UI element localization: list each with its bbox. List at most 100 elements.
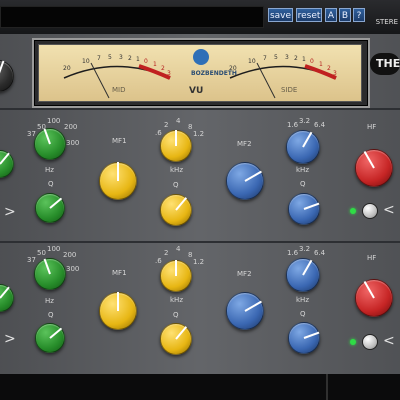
lower-hf-gain-knob[interactable] bbox=[355, 279, 393, 317]
help-button[interactable]: ? bbox=[353, 8, 365, 22]
upper-mf2-gain-knob[interactable] bbox=[226, 162, 264, 200]
upper-mf1-q-label: Q bbox=[173, 181, 179, 189]
upper-mf2-freq-knob[interactable] bbox=[286, 130, 320, 164]
lower-mf1-freq-knob[interactable] bbox=[160, 260, 192, 292]
lower-right-arrow-icon[interactable]: < bbox=[383, 334, 395, 348]
meter-left-tick-plus1: 1 bbox=[153, 61, 157, 68]
meter-left-tick-1: 1 bbox=[136, 56, 140, 63]
lower-mf1-freq-tick-8: 8 bbox=[188, 251, 193, 259]
upper-mf1-label: MF1 bbox=[112, 137, 127, 145]
lower-mf2-q-label: Q bbox=[300, 310, 306, 318]
meter-left-tick-20: 20 bbox=[63, 65, 71, 72]
upper-mf1-freq-tick-2: 2 bbox=[164, 121, 169, 129]
upper-mf2-freq-tick-1-6: 1.6 bbox=[287, 121, 299, 129]
meter-right-tick-5: 5 bbox=[274, 54, 278, 61]
lower-hf-switch[interactable] bbox=[362, 334, 378, 350]
meter-right-tick-2: 2 bbox=[294, 55, 298, 62]
upper-mf2-freq-tick-3-2: 3.2 bbox=[299, 117, 311, 125]
upper-hf-switch[interactable] bbox=[362, 203, 378, 219]
lower-lf-freq-tick-left: 37 bbox=[27, 256, 36, 264]
lower-mf1-q-knob[interactable] bbox=[160, 323, 192, 355]
meter-left-label: MID bbox=[112, 86, 126, 94]
upper-mf2-freq-tick-6-4: 6.4 bbox=[314, 121, 326, 129]
upper-mf2-q-knob[interactable] bbox=[288, 193, 320, 225]
upper-hf-led bbox=[350, 208, 356, 214]
meter-right-label: SIDE bbox=[281, 86, 298, 94]
meter-left-tick-plus2: 2 bbox=[161, 65, 165, 72]
lower-mf1-label: MF1 bbox=[112, 269, 127, 277]
lower-mf2-q-knob[interactable] bbox=[288, 322, 320, 354]
reset-button[interactable]: reset bbox=[296, 8, 322, 22]
meter-left-tick-10: 10 bbox=[82, 58, 90, 65]
upper-hf-gain-knob[interactable] bbox=[355, 149, 393, 187]
upper-lf-freq-unit: Hz bbox=[45, 166, 54, 174]
meter-right-tick-0: 0 bbox=[310, 58, 314, 65]
bozbendeth-logo-icon bbox=[193, 49, 209, 65]
lower-left-arrow-icon[interactable]: > bbox=[4, 332, 16, 346]
save-button[interactable]: save bbox=[268, 8, 293, 22]
lower-mf1-q-label: Q bbox=[173, 311, 179, 319]
meter-right-tick-plus3: 3 bbox=[333, 70, 337, 77]
lower-lf-q-label: Q bbox=[48, 311, 54, 319]
meter-brand: BOZBENDETH bbox=[191, 70, 237, 77]
meter-left-tick-7: 7 bbox=[97, 55, 101, 62]
meter-right-tick-1: 1 bbox=[302, 56, 306, 63]
upper-hf-label: HF bbox=[367, 123, 377, 131]
meter-right-tick-3: 3 bbox=[285, 54, 289, 61]
upper-mf1-freq-tick-right: 1.2 bbox=[193, 130, 205, 138]
header-display-field bbox=[0, 6, 264, 28]
upper-mf1-freq-tick-4: 4 bbox=[176, 117, 181, 125]
lower-lf-freq-tick-100: 100 bbox=[47, 245, 61, 253]
preset-b-button[interactable]: B bbox=[339, 8, 351, 22]
lower-mf2-freq-knob[interactable] bbox=[286, 258, 320, 292]
upper-lf-q-knob[interactable] bbox=[35, 193, 65, 223]
meter-left-tick-2: 2 bbox=[128, 55, 132, 62]
lower-lf-freq-tick-right: 300 bbox=[66, 265, 80, 273]
upper-lf-q-label: Q bbox=[48, 180, 54, 188]
upper-mf1-freq-knob[interactable] bbox=[160, 130, 192, 162]
upper-lf-freq-tick-right: 300 bbox=[66, 139, 80, 147]
lower-mf1-freq-tick-right: 1.2 bbox=[193, 258, 205, 266]
upper-mf1-freq-tick-left: .6 bbox=[155, 129, 162, 137]
upper-mf1-freq-tick-8: 8 bbox=[188, 123, 193, 131]
upper-left-arrow-icon[interactable]: > bbox=[4, 205, 16, 219]
upper-right-arrow-icon[interactable]: < bbox=[383, 203, 395, 217]
upper-mf2-freq-unit: kHz bbox=[296, 166, 309, 174]
meter-vu-label: VU bbox=[189, 86, 204, 96]
section-separator-middle bbox=[0, 241, 400, 243]
lower-mf2-freq-tick-1-6: 1.6 bbox=[287, 249, 299, 257]
stereo-label: STERE bbox=[375, 18, 398, 26]
upper-mf2-label: MF2 bbox=[237, 140, 252, 148]
meter-left-tick-3: 3 bbox=[119, 54, 123, 61]
lower-lf-freq-knob[interactable] bbox=[34, 258, 66, 290]
vu-meter-window: 20 10 7 5 3 2 1 0 1 2 3 20 10 7 5 3 2 1 … bbox=[32, 38, 370, 108]
upper-lf-freq-tick-200: 200 bbox=[64, 123, 78, 131]
meter-right-tick-10: 10 bbox=[248, 58, 256, 65]
vu-meter-face: 20 10 7 5 3 2 1 0 1 2 3 20 10 7 5 3 2 1 … bbox=[38, 44, 362, 102]
lower-mf1-gain-knob[interactable] bbox=[99, 292, 137, 330]
upper-lf-freq-knob[interactable] bbox=[34, 128, 66, 160]
lower-mf1-freq-unit: kHz bbox=[170, 296, 183, 304]
lower-mf2-gain-knob[interactable] bbox=[226, 292, 264, 330]
upper-mf1-q-knob[interactable] bbox=[160, 194, 192, 226]
meter-left-tick-0: 0 bbox=[144, 58, 148, 65]
plugin-header: save reset A B ? STERE bbox=[0, 0, 400, 35]
lower-hf-led bbox=[350, 339, 356, 345]
lower-mf1-freq-tick-2: 2 bbox=[164, 249, 169, 257]
lower-mf1-freq-tick-left: .6 bbox=[155, 257, 162, 265]
bottom-bar-divider bbox=[326, 374, 328, 400]
upper-mf1-freq-unit: kHz bbox=[170, 166, 183, 174]
preset-a-button[interactable]: A bbox=[325, 8, 337, 22]
lower-mf2-freq-tick-6-4: 6.4 bbox=[314, 249, 326, 257]
section-separator-top bbox=[0, 108, 400, 110]
lower-mf2-freq-tick-3-2: 3.2 bbox=[299, 245, 311, 253]
lower-mf2-label: MF2 bbox=[237, 270, 252, 278]
meter-left-tick-5: 5 bbox=[108, 54, 112, 61]
upper-mf2-q-label: Q bbox=[300, 180, 306, 188]
upper-mf1-gain-knob[interactable] bbox=[99, 162, 137, 200]
brand-logo: THE bbox=[370, 53, 400, 75]
lower-lf-q-knob[interactable] bbox=[35, 323, 65, 353]
meter-right-tick-plus1: 1 bbox=[319, 61, 323, 68]
meter-right-tick-7: 7 bbox=[263, 55, 267, 62]
lower-hf-label: HF bbox=[367, 254, 377, 262]
